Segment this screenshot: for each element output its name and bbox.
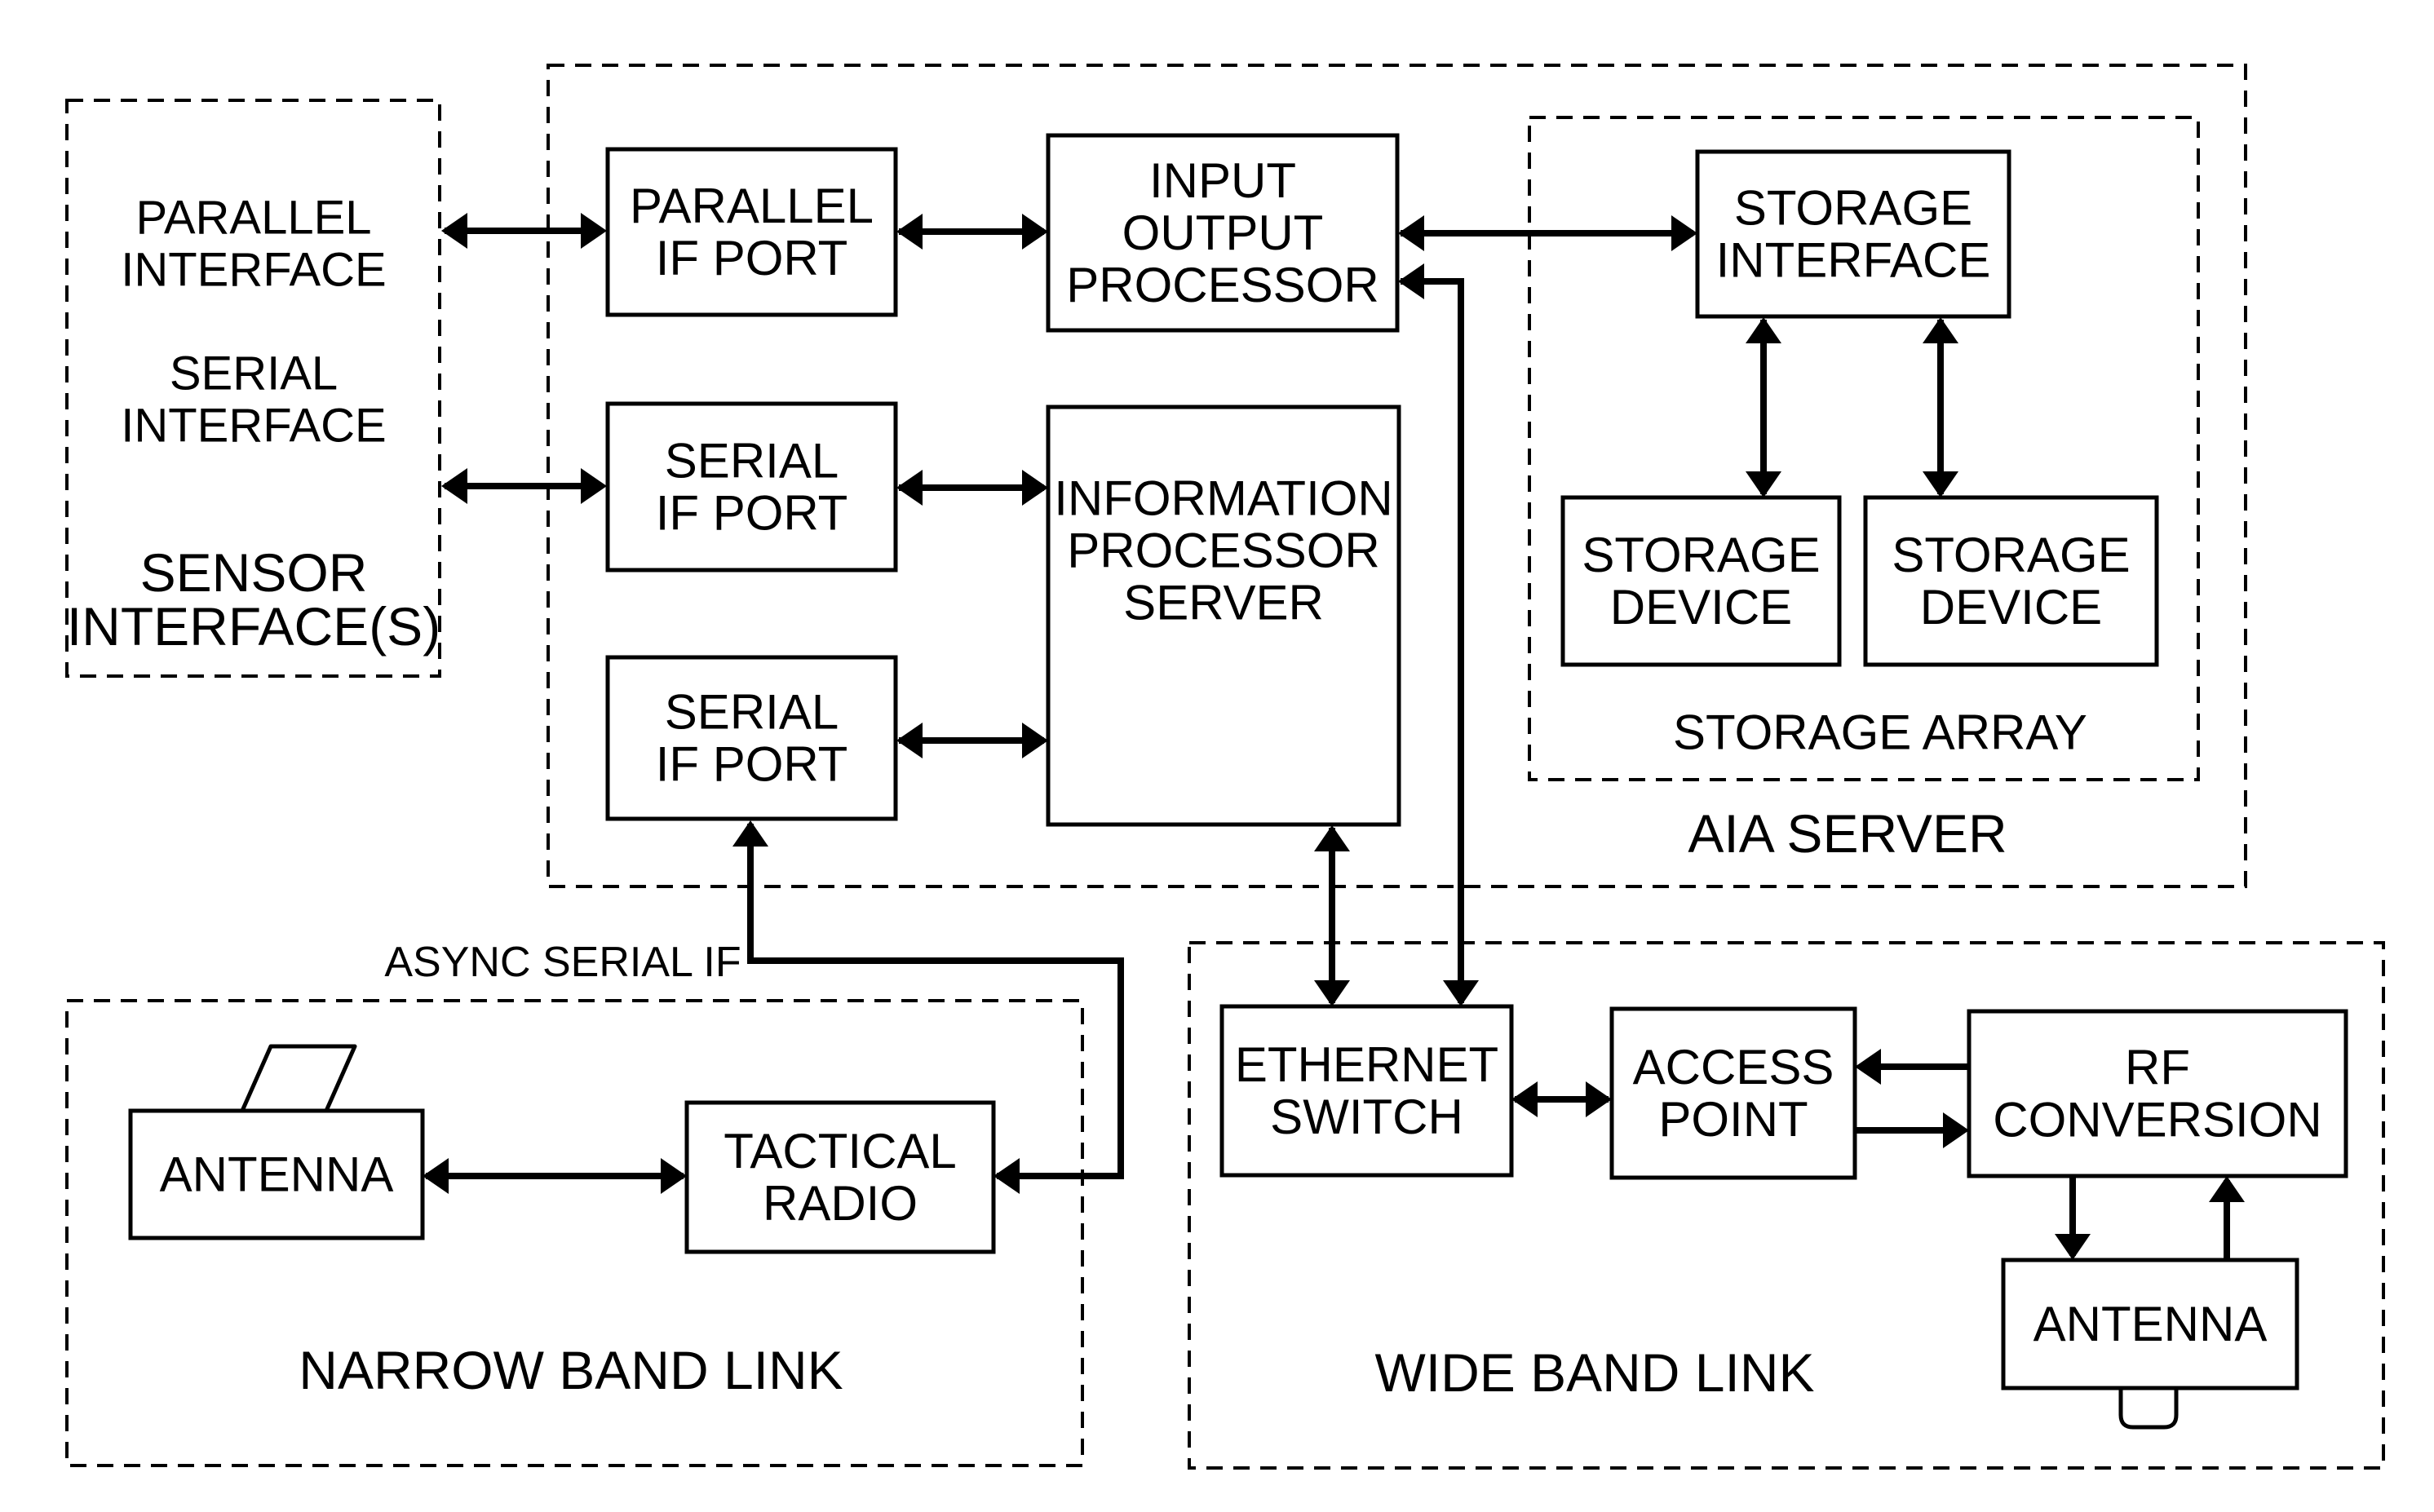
- information-processor-server-block: INFORMATIONPROCESSORSERVER: [1046, 405, 1401, 827]
- async-serial-if-label: ASYNC SERIAL IF: [384, 939, 741, 986]
- storage-device2-arrowhead-down: [1923, 471, 1958, 497]
- input-output-processor-label-line-3: PROCESSOR: [1066, 258, 1379, 312]
- input-output-processor-block: INPUTOUTPUTPROCESSOR: [1046, 133, 1400, 333]
- wide-band-link-label: WIDE BAND LINK: [1374, 1342, 1814, 1403]
- parallel-iop-arrowhead-right: [1022, 214, 1048, 250]
- ips-ethernet-arrowhead-up: [1314, 825, 1350, 851]
- sensor-interfaces-label-line-1: SENSOR: [140, 542, 368, 603]
- parallel-interface-label-line-1: PARALLEL: [135, 192, 371, 245]
- serial-if-port-1-label-line-1: SERIAL: [665, 434, 839, 489]
- storage-device-1-label-line-2: DEVICE: [1610, 580, 1792, 634]
- parallel-if-port-label-line-1: PARALLEL: [630, 179, 874, 233]
- rf-conversion-label-line-2: CONVERSION: [1993, 1093, 2321, 1147]
- antenna-to-rf-arrowhead: [2209, 1176, 2245, 1202]
- input-output-processor-label-line-2: OUTPUT: [1122, 206, 1324, 260]
- narrow-band-antenna-icon: [240, 1044, 357, 1112]
- aia-architecture-diagram: PARALLELIF PORTSERIALIF PORTSERIALIF POR…: [65, 64, 2385, 1470]
- serial1-ips-arrowhead-left: [896, 470, 923, 506]
- storage-device-1-label-line-1: STORAGE: [1582, 528, 1820, 582]
- parallel-interface-label-line-2: INTERFACE: [121, 244, 387, 297]
- serial-if-port-2-label-line-1: SERIAL: [665, 685, 839, 740]
- parallel-if-port-label-line-2: IF PORT: [656, 231, 848, 285]
- narrow-band-link-label: NARROW BAND LINK: [299, 1340, 843, 1400]
- tactical-radio-block: TACTICALRADIO: [684, 1100, 996, 1254]
- ap-to-rf-arrowhead: [1943, 1112, 1969, 1148]
- information-processor-server-label-line-1: INFORMATION: [1054, 471, 1393, 526]
- antenna-radio-arrowhead-left: [423, 1158, 449, 1194]
- aia-server-label: AIA SERVER: [1688, 803, 2007, 864]
- access-point-block: ACCESSPOINT: [1609, 1006, 1857, 1180]
- input-output-processor-label-line-1: INPUT: [1149, 153, 1296, 208]
- storage-device-2-label-line-1: STORAGE: [1892, 528, 2130, 582]
- storage-device1-arrowhead-down: [1746, 471, 1781, 497]
- storage-interface-label-line-1: STORAGE: [1734, 181, 1972, 236]
- serial2-ips-arrowhead-right: [1022, 723, 1048, 758]
- iop-ethernet-arrowhead-down: [1443, 980, 1479, 1006]
- rf-to-ap-arrowhead: [1855, 1049, 1881, 1085]
- serial1-ips-arrowhead-right: [1022, 470, 1048, 506]
- serial-if-port-1-label-line-2: IF PORT: [656, 486, 848, 541]
- storage-array-label: STORAGE ARRAY: [1673, 705, 2087, 760]
- ethernet-switch-label-line-2: SWITCH: [1270, 1090, 1463, 1144]
- wide-band-antenna-label: ANTENNA: [2033, 1297, 2268, 1351]
- async-serial-arrowhead-left: [994, 1158, 1020, 1194]
- iop-storage-arrowhead-left: [1398, 215, 1424, 251]
- parallel-iop-arrowhead-left: [896, 214, 923, 250]
- storage-interface-label-line-2: INTERFACE: [1716, 233, 1991, 288]
- async-serial-arrowhead-up: [732, 820, 768, 847]
- rf-conversion-label-line-1: RF: [2125, 1041, 2190, 1095]
- wide-band-antenna-block: ANTENNA: [2001, 1258, 2299, 1390]
- storage-device2-arrowhead-up: [1923, 317, 1958, 343]
- rf-conversion-block: RFCONVERSION: [1967, 1009, 2348, 1178]
- ethernet-ap-arrowhead-right: [1586, 1081, 1612, 1117]
- rf-to-antenna-arrowhead: [2055, 1234, 2091, 1260]
- serial-if-port-1-block: SERIALIF PORT: [605, 401, 898, 573]
- iop-ethernet-arrowhead-left: [1398, 263, 1424, 299]
- information-processor-server-label-line-3: SERVER: [1123, 576, 1324, 630]
- ethernet-switch-label-line-1: ETHERNET: [1235, 1037, 1498, 1092]
- ethernet-ap-arrowhead-left: [1511, 1081, 1538, 1117]
- ethernet-switch-block: ETHERNETSWITCH: [1219, 1004, 1514, 1178]
- antenna-radio-arrowhead-right: [661, 1158, 687, 1194]
- storage-device1-arrowhead-up: [1746, 317, 1781, 343]
- ips-ethernet-arrowhead-down: [1314, 980, 1350, 1006]
- sensor-parallel-arrowhead-left: [441, 213, 467, 249]
- sensor-serial-arrowhead-left: [441, 468, 467, 504]
- serial-interface-label-line-1: SERIAL: [170, 347, 338, 400]
- storage-interface-block: STORAGEINTERFACE: [1695, 149, 2011, 319]
- sensor-parallel-arrowhead-right: [581, 213, 607, 249]
- storage-device-1-block: STORAGEDEVICE: [1560, 495, 1842, 667]
- access-point-label-line-1: ACCESS: [1633, 1040, 1834, 1094]
- narrow-band-antenna-label: ANTENNA: [160, 1147, 394, 1202]
- tactical-radio-label-line-1: TACTICAL: [724, 1124, 957, 1178]
- serial-interface-label-line-2: INTERFACE: [121, 400, 387, 453]
- tactical-radio-label-line-2: RADIO: [763, 1176, 918, 1231]
- sensor-serial-arrowhead-right: [581, 468, 607, 504]
- storage-device-2-label-line-2: DEVICE: [1920, 580, 2102, 634]
- iop-storage-arrowhead-right: [1671, 215, 1697, 251]
- parallel-if-port-block: PARALLELIF PORT: [605, 147, 898, 317]
- serial-if-port-2-label-line-2: IF PORT: [656, 737, 848, 792]
- storage-device-2-block: STORAGEDEVICE: [1863, 495, 2159, 667]
- serial-if-port-2-block: SERIALIF PORT: [605, 655, 898, 821]
- sensor-interfaces-label-line-2: INTERFACE(S): [67, 596, 440, 657]
- iop-ethernet-connector: [1401, 278, 1464, 1003]
- wide-band-antenna-icon: [2118, 1388, 2179, 1430]
- serial2-ips-arrowhead-left: [896, 723, 923, 758]
- information-processor-server-label-line-2: PROCESSOR: [1067, 524, 1379, 578]
- narrow-band-antenna-block: ANTENNA: [128, 1108, 425, 1240]
- access-point-label-line-2: POINT: [1658, 1092, 1808, 1147]
